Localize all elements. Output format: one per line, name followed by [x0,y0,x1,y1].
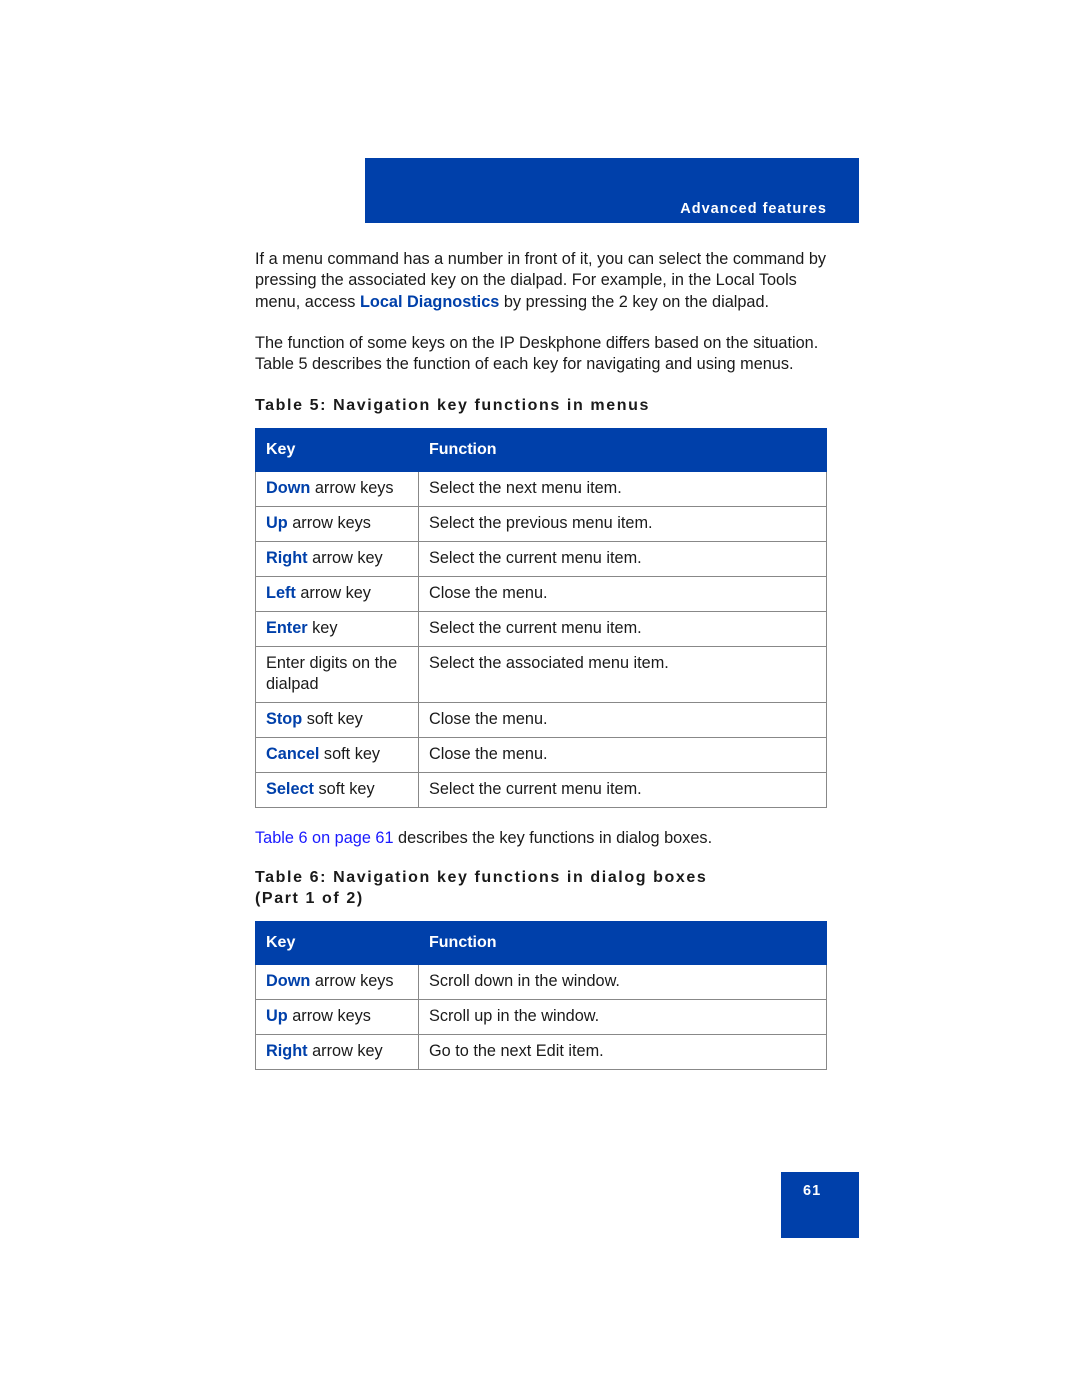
key-cell: Enter digits on the dialpad [255,646,419,704]
key-description: soft key [313,780,375,799]
key-cell: Down arrow keys [255,471,419,508]
key-description: arrow keys [287,514,371,533]
table-row: Cancel soft key Close the menu. [255,737,827,774]
key-name: Cancel [266,745,320,764]
table6-header-function: Function [418,920,827,965]
table5-header-function: Function [418,428,827,473]
table6-reference-paragraph: Table 6 on page 61 describes the key fun… [255,828,830,849]
key-name: Stop [266,710,303,729]
table6-caption-line2: (Part 1 of 2) [255,889,364,907]
key-cell: Down arrow keys [255,963,419,1000]
key-description: soft key [319,745,381,764]
key-description: arrow key [307,1041,383,1060]
table5-header-row: Key Function [255,428,827,473]
table5-caption: Table 5: Navigation key functions in men… [255,397,650,415]
key-cell: Up arrow keys [255,506,419,543]
key-cell: Right arrow key [255,541,419,578]
table6-header-key: Key [255,920,419,965]
function-cell: Select the associated menu item. [418,646,827,704]
key-cell: Enter key [255,611,419,648]
section-header-band: Advanced features [365,158,859,223]
table-row: Select soft key Select the current menu i… [255,772,827,809]
function-cell: Go to the next Edit item. [418,1033,827,1070]
key-description: arrow keys [310,971,394,990]
key-cell: Up arrow keys [255,998,419,1035]
table5-header-key: Key [255,428,419,473]
table5: Key Function Down arrow keys Select the n… [255,428,827,809]
page-number-box: 61 [781,1172,859,1238]
key-name: Down [266,479,311,498]
function-cell: Close the menu. [418,702,827,739]
key-name: Up [266,1006,288,1025]
reference-text: describes the key functions in dialog bo… [393,829,713,848]
key-name: Select [266,780,314,799]
key-cell: Cancel soft key [255,737,419,774]
key-cell: Select soft key [255,772,419,809]
key-cell: Right arrow key [255,1033,419,1070]
table-row: Down arrow keys Select the next menu item… [255,471,827,508]
page-number: 61 [803,1183,822,1199]
function-cell: Select the previous menu item. [418,506,827,543]
local-diagnostics-term: Local Diagnostics [359,292,500,311]
table6-caption: Table 6: Navigation key functions in dia… [255,867,830,909]
intro-paragraph-2: The function of some keys on the IP Desk… [255,333,819,374]
table6-header-row: Key Function [255,920,827,965]
intro-paragraph-1: If a menu command has a number in front … [255,249,830,313]
function-cell: Select the current menu item. [418,611,827,648]
function-cell: Close the menu. [418,576,827,613]
key-description: soft key [302,710,363,729]
table-row: Up arrow keys Scroll up in the window. [255,998,827,1035]
table-row: Enter digits on the dialpad Select the as… [255,646,827,704]
table6-link[interactable]: Table 6 on page 61 [255,829,394,847]
section-title: Advanced features [680,201,827,217]
function-cell: Select the next menu item. [418,471,827,508]
table-row: Down arrow keys Scroll down in the window… [255,963,827,1000]
table-row: Right arrow key Select the current menu i… [255,541,827,578]
function-cell: Close the menu. [418,737,827,774]
table-row: Stop soft key Close the menu. [255,702,827,739]
function-cell: Select the current menu item. [418,541,827,578]
key-cell: Left arrow key [255,576,419,613]
key-name: Up [266,514,288,533]
key-name: Right [266,549,308,568]
key-name: Enter [266,619,308,638]
page-content: If a menu command has a number in front … [255,249,830,1070]
function-cell: Select the current menu item. [418,772,827,809]
intro-text-end: by pressing the 2 key on the dialpad. [499,292,770,311]
table-row: Right arrow key Go to the next Edit item. [255,1033,827,1070]
key-name: Right [266,1041,308,1060]
key-description: arrow key [307,549,383,568]
table6: Key Function Down arrow keys Scroll down … [255,920,827,1070]
key-name: Down [266,971,311,990]
key-description: arrow key [295,584,371,603]
key-name: Left [266,584,296,603]
table-row: Up arrow keys Select the previous menu it… [255,506,827,543]
table-row: Left arrow key Close the menu. [255,576,827,613]
key-description: arrow keys [287,1006,371,1025]
key-cell: Stop soft key [255,702,419,739]
table-row: Enter key Select the current menu item. [255,611,827,648]
function-cell: Scroll down in the window. [418,963,827,1000]
function-cell: Scroll up in the window. [418,998,827,1035]
key-description: Enter digits on the dialpad [266,654,398,694]
key-description: arrow keys [310,479,394,498]
table6-caption-line1: Table 6: Navigation key functions in dia… [255,868,708,886]
key-description: key [307,619,338,638]
